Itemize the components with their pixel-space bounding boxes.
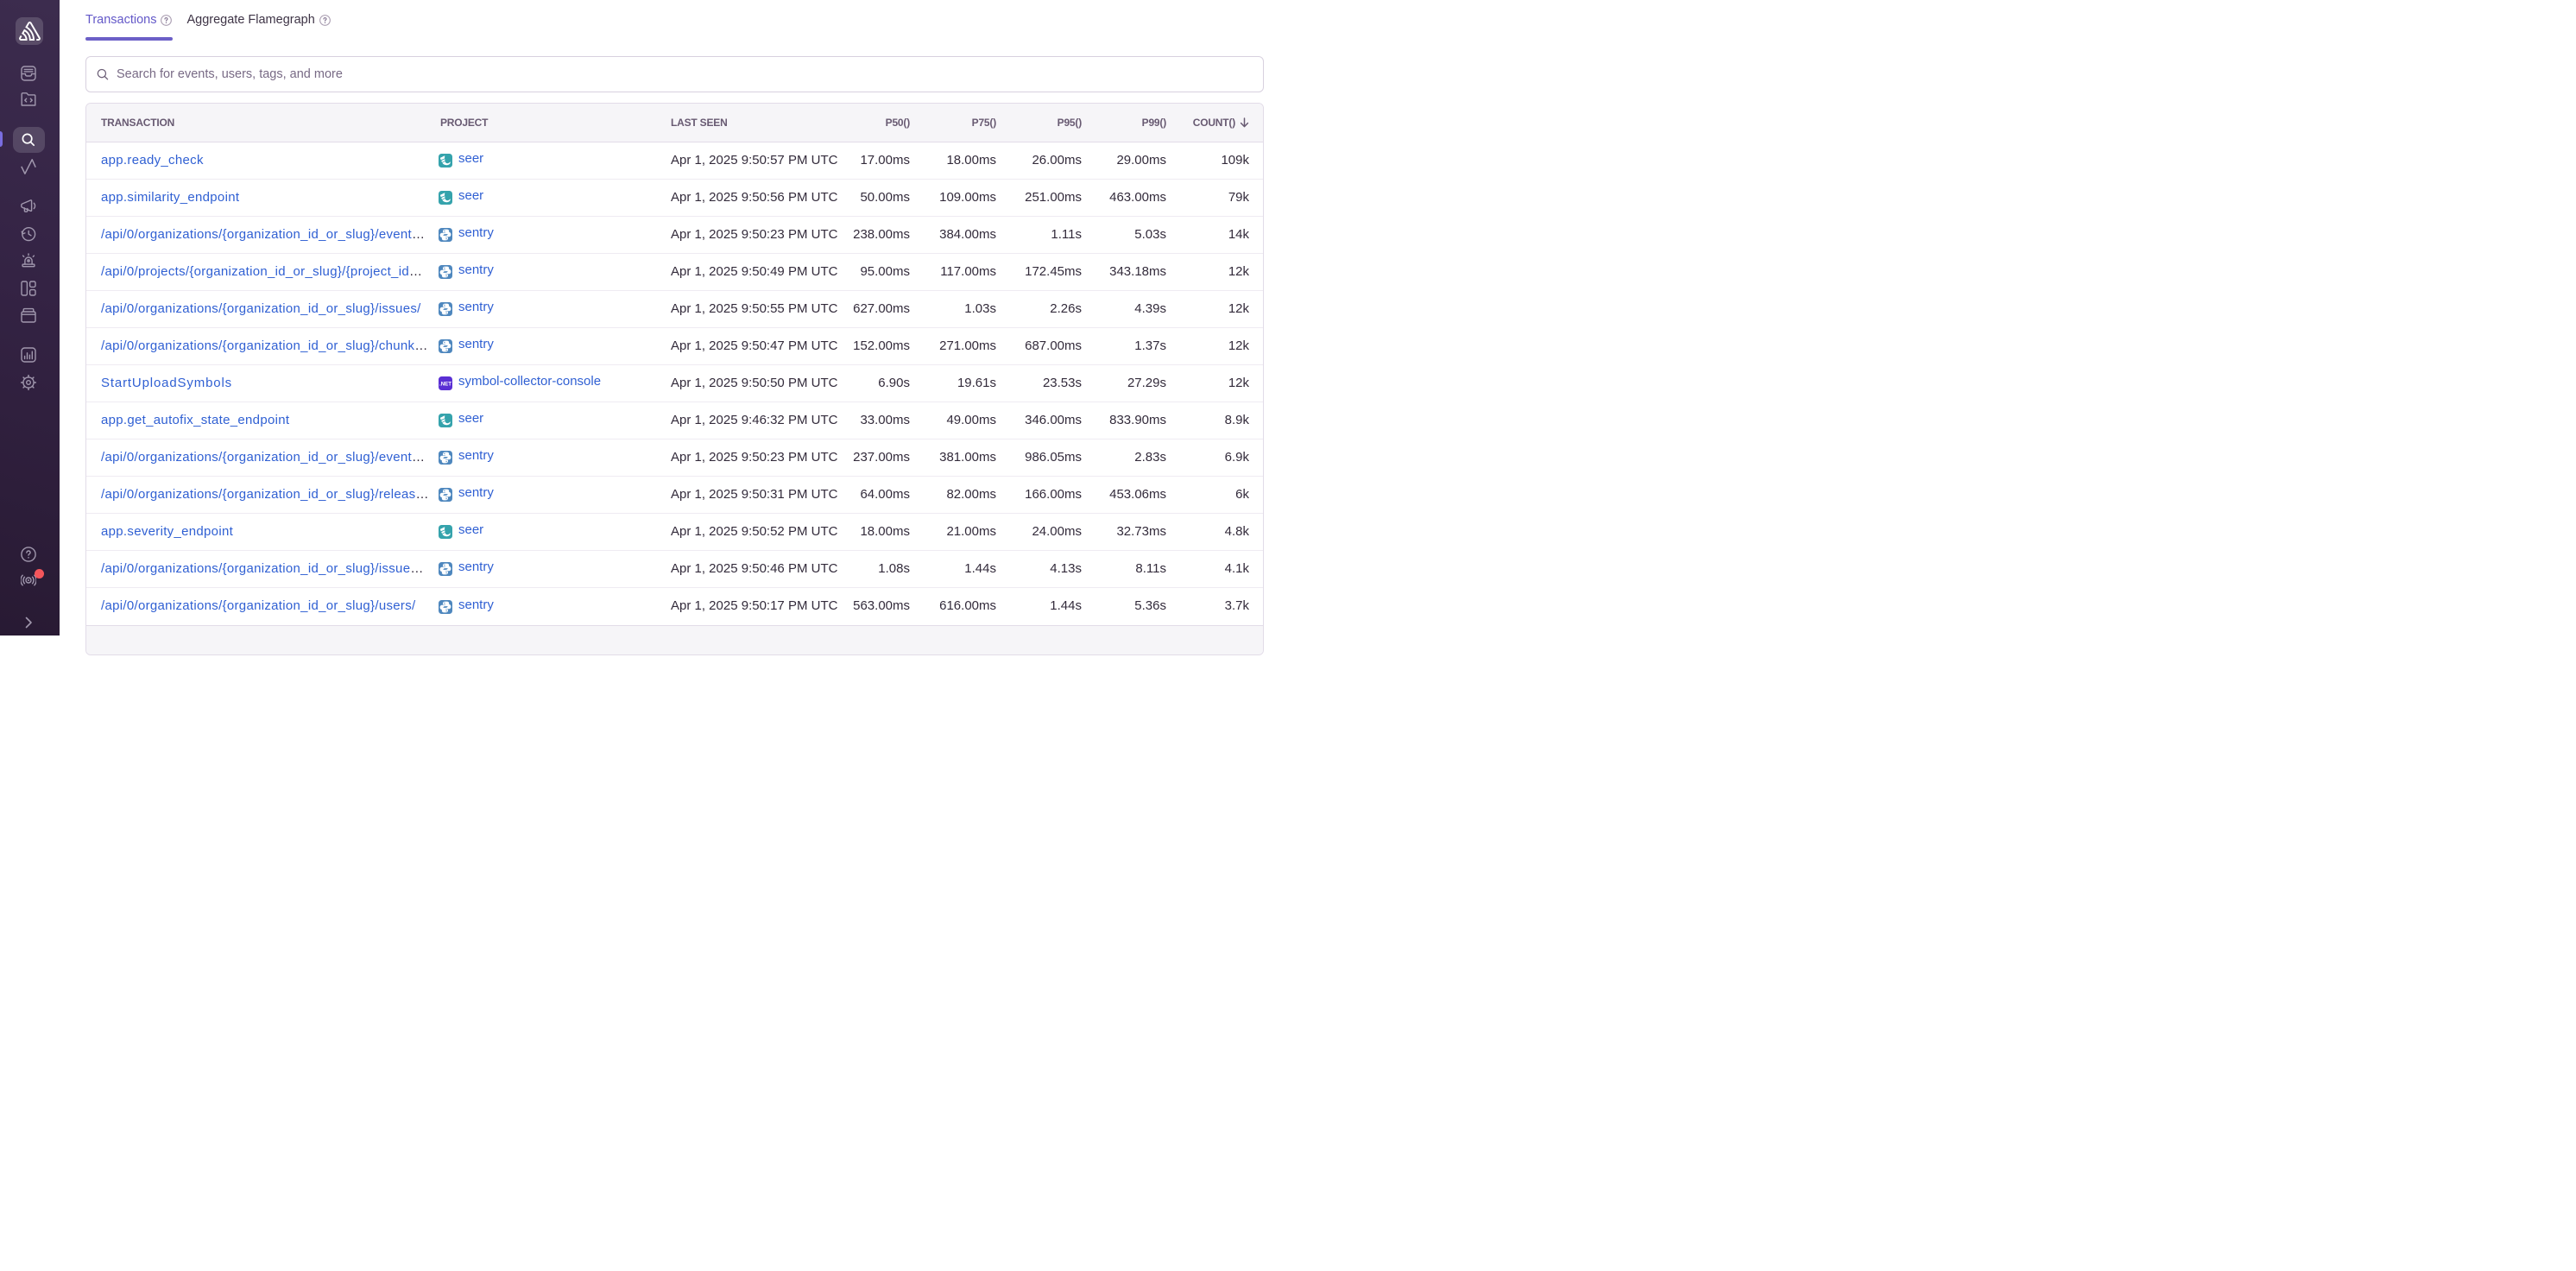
svg-text:.NET: .NET — [439, 382, 451, 388]
